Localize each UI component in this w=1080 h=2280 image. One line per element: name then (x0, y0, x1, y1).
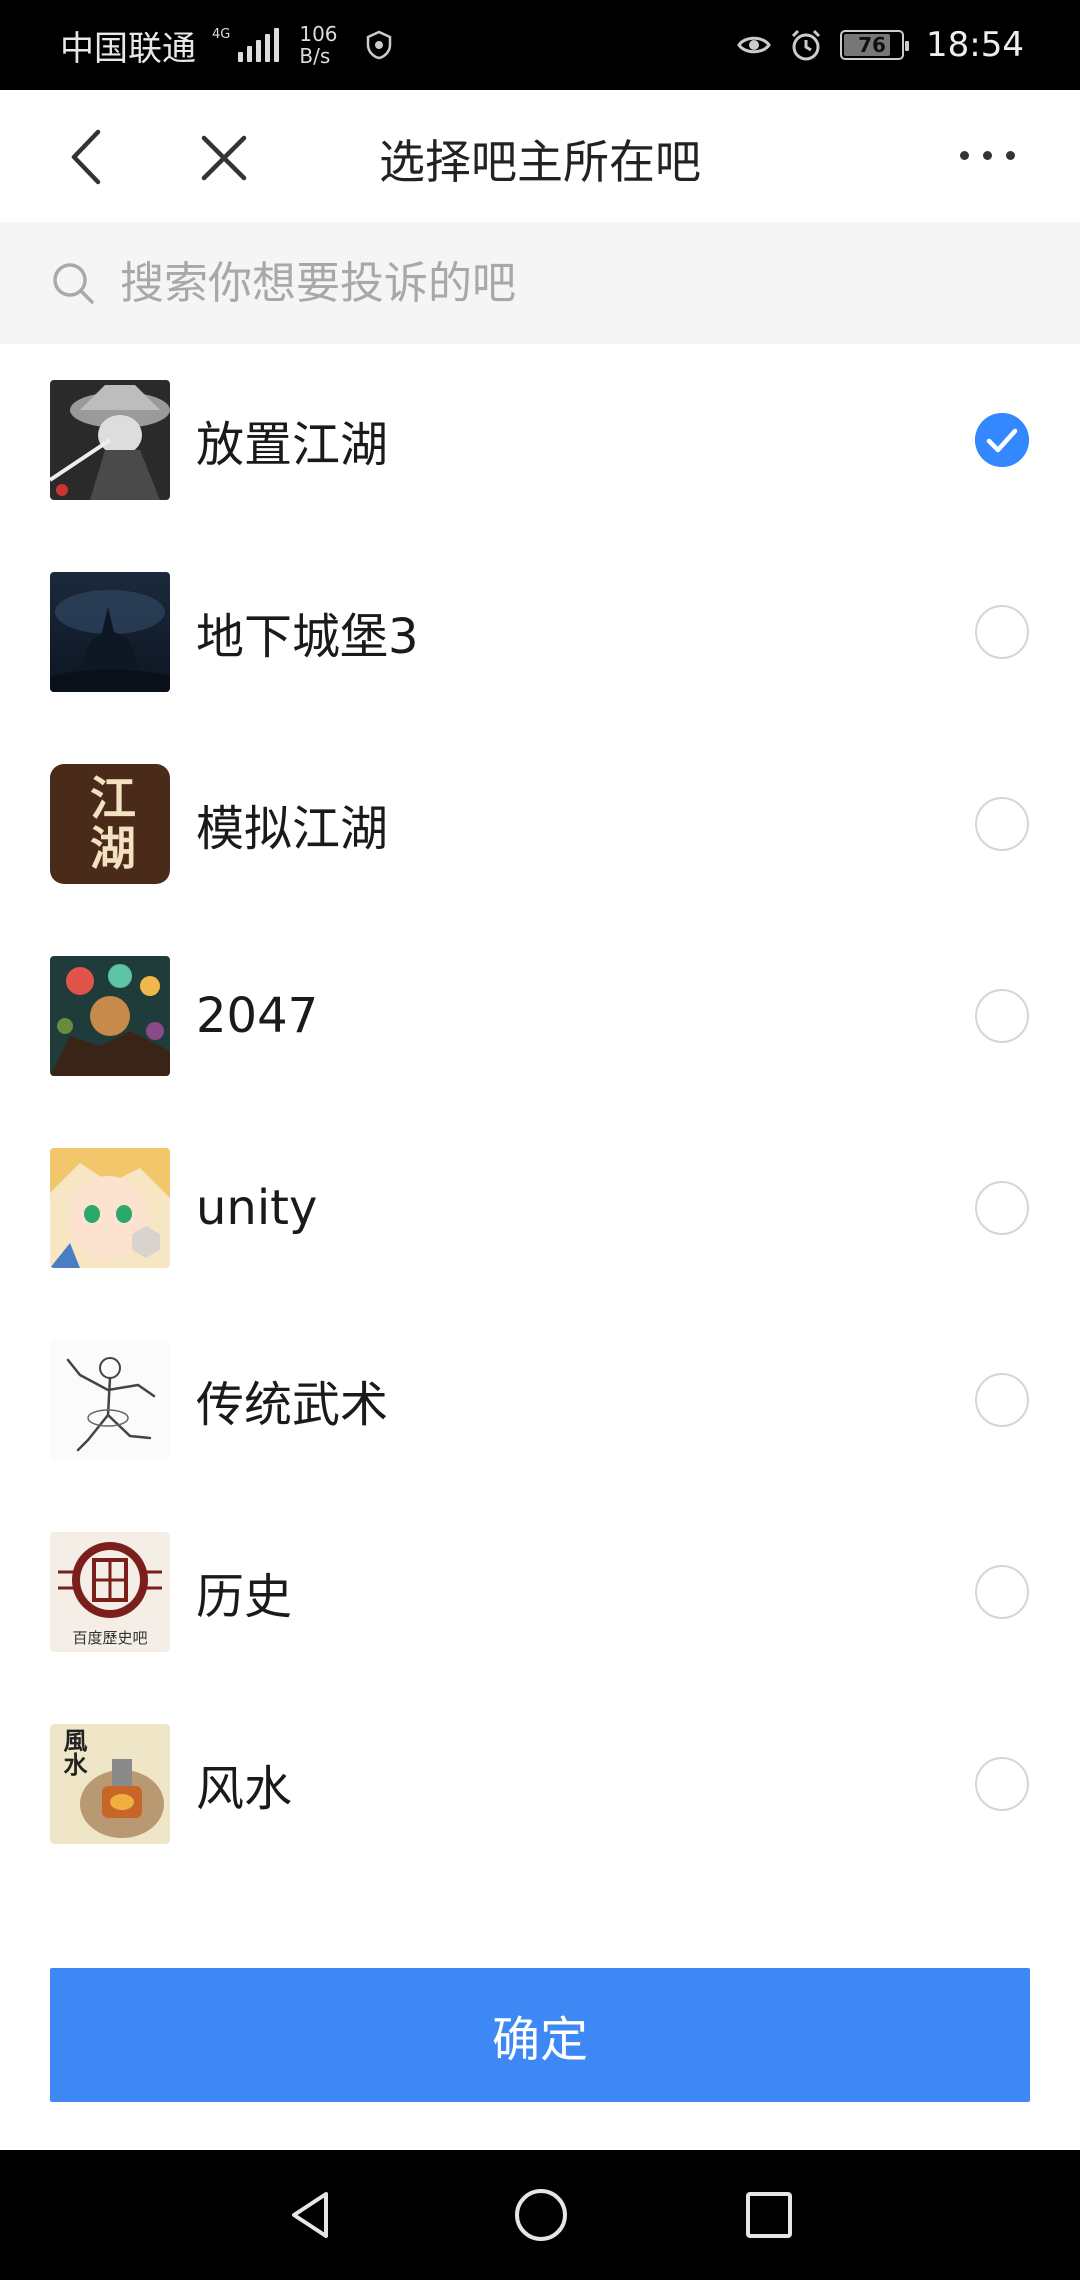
list-item-name: unity (196, 1180, 318, 1236)
thumbnail-text: 風水 (59, 1728, 87, 1776)
fengshui-thumbnail: 風水 (50, 1724, 170, 1844)
battery-icon: 76 (840, 30, 910, 60)
search-bar (0, 222, 1080, 344)
clock-time: 18:54 (926, 25, 1024, 65)
list-item[interactable]: 放置江湖 (0, 344, 1080, 536)
triangle-back-icon[interactable] (282, 2186, 340, 2244)
radio-unchecked-icon[interactable] (975, 1373, 1029, 1427)
radio-unchecked-icon[interactable] (975, 1181, 1029, 1235)
list-item[interactable]: 2047 (0, 920, 1080, 1112)
martial-arts-sketch-thumbnail (50, 1340, 170, 1460)
swordsman-thumbnail (50, 380, 170, 500)
radio-unchecked-icon[interactable] (975, 989, 1029, 1043)
status-bar-right: 76 18:54 (736, 25, 1024, 65)
list-item[interactable]: 地下城堡3 (0, 536, 1080, 728)
list-item-name: 模拟江湖 (196, 801, 389, 857)
status-bar: 中国联通 4G 106 B/s 76 18:54 (0, 0, 1080, 90)
page-title: 选择吧主所在吧 (379, 135, 701, 189)
battery-level: 76 (858, 33, 886, 57)
castle-night-thumbnail (50, 572, 170, 692)
thumbnail-text: 百度歷史吧 (72, 1629, 148, 1647)
radio-unchecked-icon[interactable] (975, 605, 1029, 659)
network-speed-unit: B/s (299, 44, 331, 68)
history-seal-thumbnail: 百度歷史吧 (50, 1532, 170, 1652)
thumbnail-text: 江湖 (83, 774, 137, 874)
list-item[interactable]: 传统武术 (0, 1304, 1080, 1496)
shield-icon (366, 30, 391, 60)
radio-unchecked-icon[interactable] (975, 1757, 1029, 1811)
list-item-name: 地下城堡3 (196, 609, 419, 665)
eye-icon (737, 36, 771, 54)
network-type: 4G (212, 27, 231, 42)
system-navigation-bar (0, 2150, 1080, 2280)
network-speed: 106 B/s (299, 23, 337, 67)
confirm-button[interactable]: 确定 (50, 1968, 1030, 2102)
list-item-name: 历史 (196, 1569, 293, 1625)
list-item[interactable]: 風水 风水 (0, 1688, 1080, 1880)
more-horizontal-icon[interactable] (960, 140, 1024, 170)
radio-checked-icon[interactable] (975, 413, 1029, 467)
list-item[interactable]: unity (0, 1112, 1080, 1304)
colorful-game-art-thumbnail (50, 956, 170, 1076)
navigation-bar: 选择吧主所在吧 (0, 90, 1080, 222)
list-item-name: 放置江湖 (196, 417, 389, 473)
list-item[interactable]: 江湖 模拟江湖 (0, 728, 1080, 920)
list-item-name: 风水 (196, 1761, 293, 1817)
alarm-clock-icon (791, 29, 821, 61)
status-bar-left: 中国联通 4G 106 B/s (60, 21, 394, 70)
search-input[interactable] (120, 257, 1020, 309)
carrier-name: 中国联通 (60, 28, 196, 69)
list-item-name: 传统武术 (196, 1377, 389, 1433)
circle-home-icon[interactable] (512, 2186, 570, 2244)
list-item[interactable]: 百度歷史吧 历史 (0, 1496, 1080, 1688)
anime-character-thumbnail (50, 1148, 170, 1268)
list-item-name: 2047 (196, 988, 319, 1044)
network-speed-value: 106 (299, 22, 338, 46)
bar-list: 放置江湖 地下城堡3 江湖 模拟江湖 2047 unity 传统武术 百度歷史吧… (0, 344, 1080, 1880)
search-icon (53, 263, 94, 304)
screen: 中国联通 4G 106 B/s 76 18:54 选择吧主所在吧 搜索你想要投诉… (0, 0, 1080, 2280)
square-recents-icon[interactable] (742, 2188, 796, 2242)
jianghu-calligraphy-thumbnail: 江湖 (50, 764, 170, 884)
radio-unchecked-icon[interactable] (975, 797, 1029, 851)
radio-unchecked-icon[interactable] (975, 1565, 1029, 1619)
signal-strength-icon: 4G (212, 27, 280, 62)
